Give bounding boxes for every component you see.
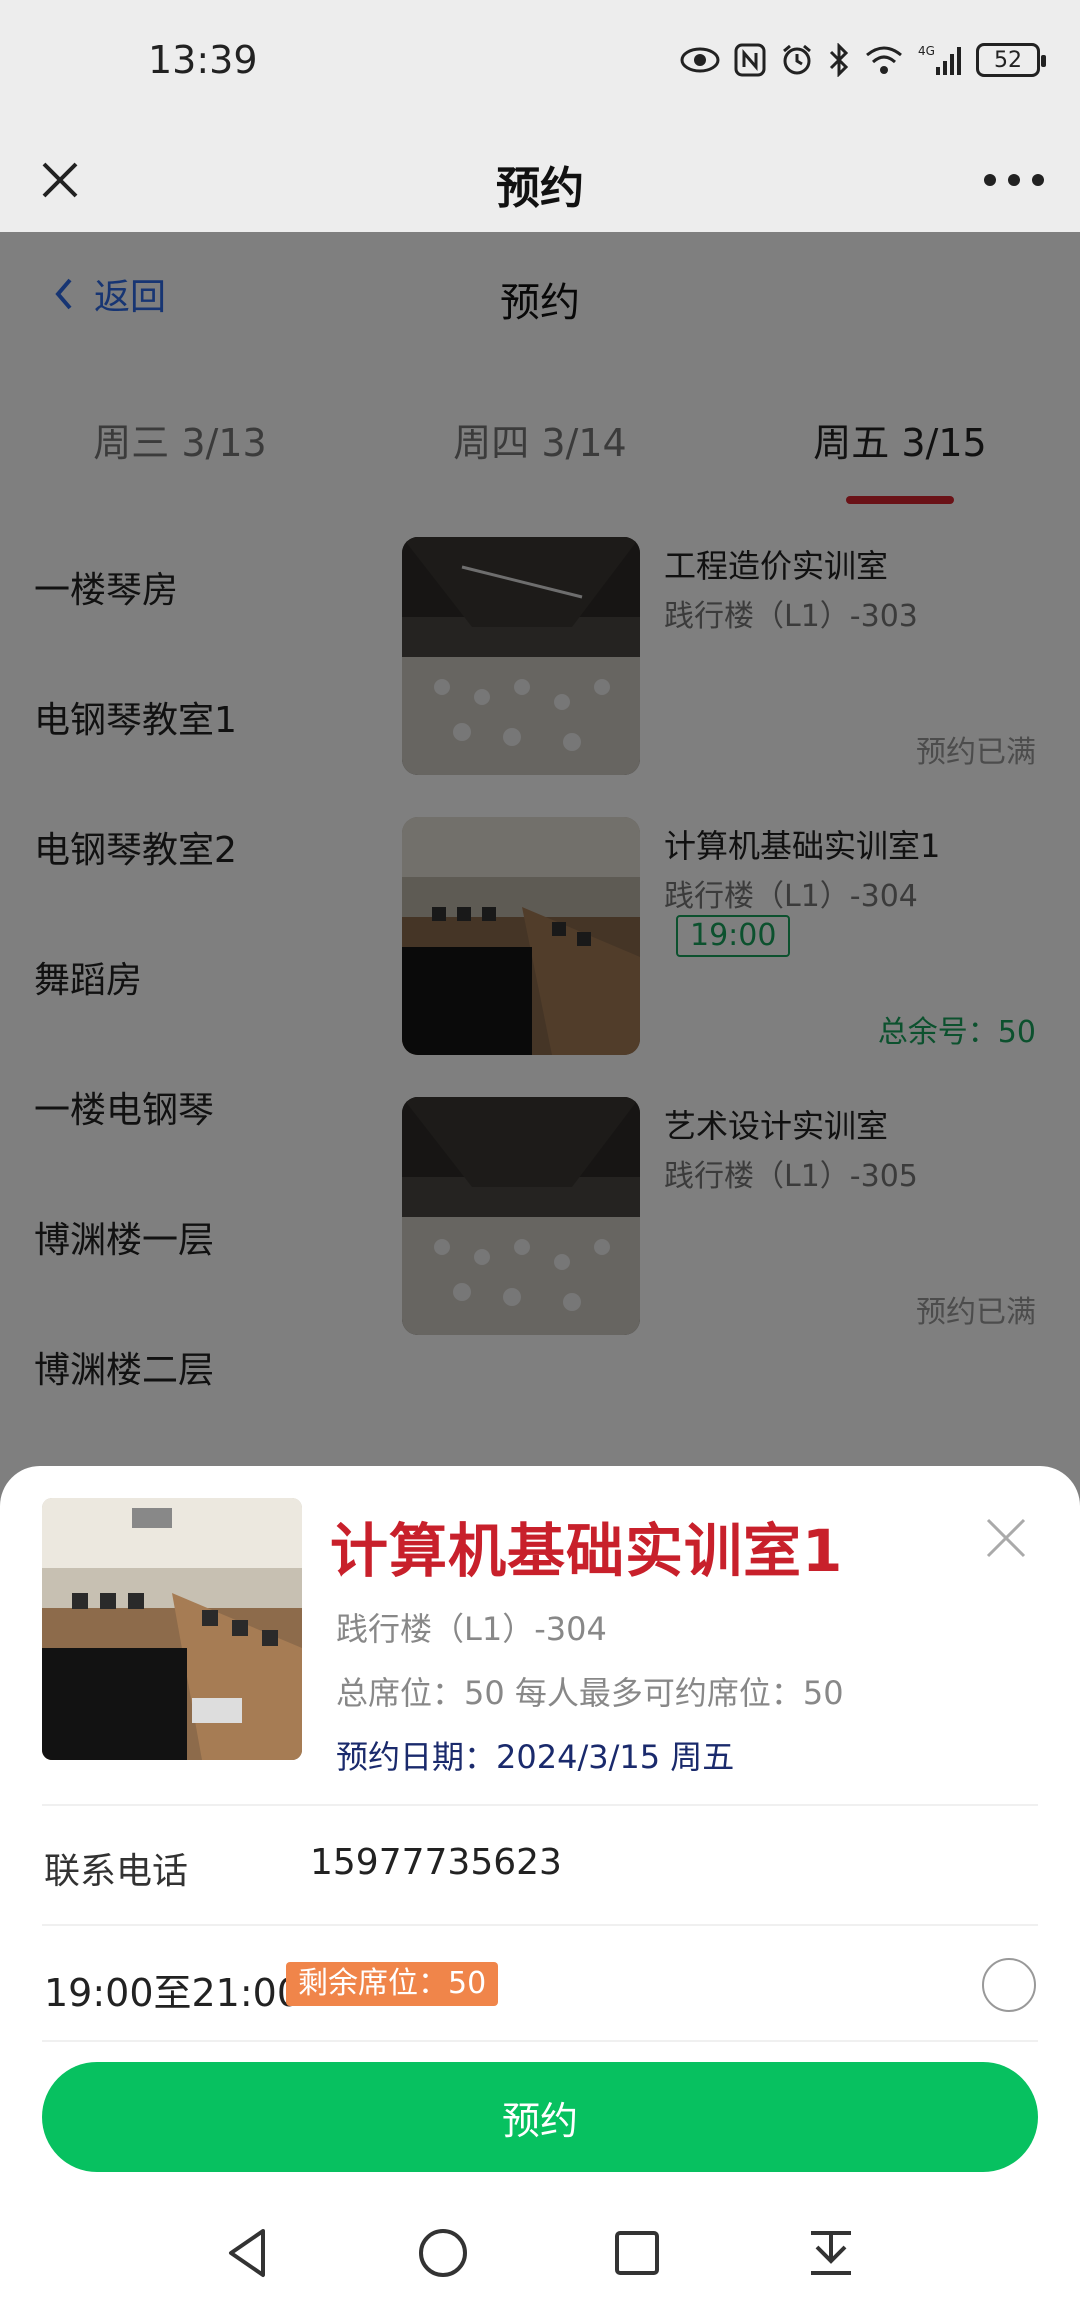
battery-icon: 52 bbox=[976, 43, 1046, 77]
status-bar: 13:39 4G 52 bbox=[0, 0, 1080, 128]
time-slot-label: 19:00至21:00 bbox=[44, 1971, 302, 2015]
phone-label: 联系电话 bbox=[44, 1851, 189, 1892]
sheet-room-photo bbox=[42, 1498, 302, 1760]
divider bbox=[42, 1804, 1038, 1806]
signal-icon: 4G bbox=[918, 40, 962, 80]
time-slot-radio[interactable] bbox=[982, 1958, 1036, 2012]
sheet-room-location: 践行楼（L1）-304 bbox=[336, 1610, 607, 1648]
back-triangle-icon[interactable] bbox=[217, 2221, 281, 2285]
divider bbox=[42, 1924, 1038, 1926]
status-icons: 4G 52 bbox=[680, 40, 1046, 80]
nfc-icon bbox=[734, 40, 766, 80]
sheet-room-title: 计算机基础实训室1 bbox=[330, 1517, 844, 1585]
more-icon[interactable] bbox=[984, 158, 1044, 202]
sheet-reservation-date: 预约日期：2024/3/15 周五 bbox=[336, 1738, 735, 1776]
status-time: 13:39 bbox=[148, 38, 258, 82]
wechat-header: 预约 bbox=[0, 128, 1080, 232]
close-icon[interactable] bbox=[982, 1514, 1030, 1562]
phone-input[interactable] bbox=[310, 1834, 1010, 1890]
notification-pull-icon[interactable] bbox=[799, 2221, 863, 2285]
bluetooth-icon bbox=[828, 40, 850, 80]
divider bbox=[42, 2040, 1038, 2042]
system-nav-bar bbox=[0, 2196, 1080, 2310]
sheet-seat-info: 总席位：50 每人最多可约席位：50 bbox=[336, 1674, 844, 1712]
remaining-seats-badge: 剩余席位：50 bbox=[286, 1962, 499, 2006]
home-circle-icon[interactable] bbox=[411, 2221, 475, 2285]
wifi-icon bbox=[864, 40, 904, 80]
header-title: 预约 bbox=[496, 163, 584, 214]
reserve-button[interactable]: 预约 bbox=[42, 2062, 1038, 2172]
eye-icon bbox=[680, 40, 720, 80]
recents-square-icon[interactable] bbox=[605, 2221, 669, 2285]
svg-text:4G: 4G bbox=[918, 44, 935, 58]
booking-sheet: 计算机基础实训室1 践行楼（L1）-304 总席位：50 每人最多可约席位：50… bbox=[0, 1466, 1080, 2310]
alarm-icon bbox=[780, 40, 814, 80]
